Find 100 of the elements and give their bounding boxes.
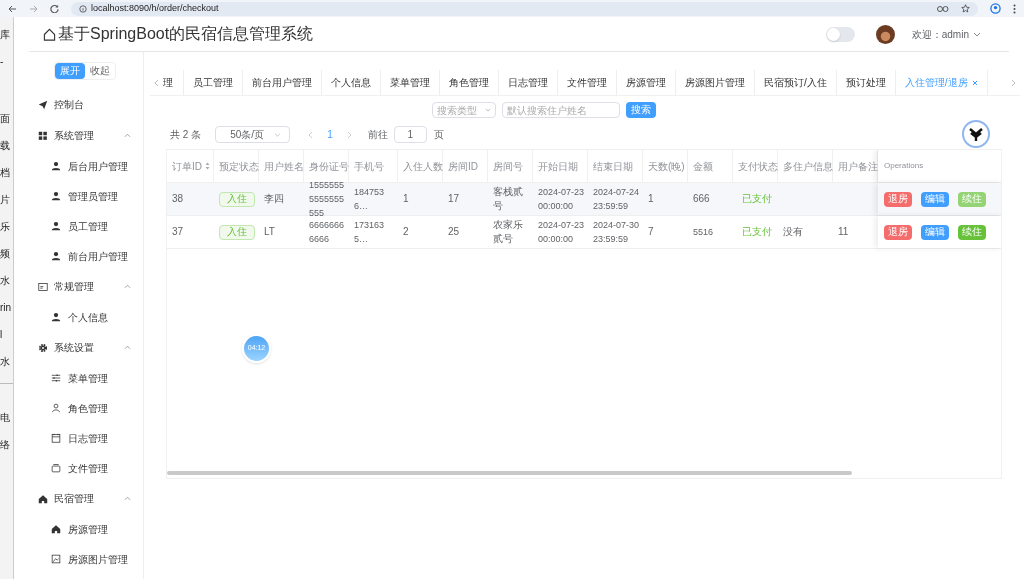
scroll-left-icon[interactable] [154, 78, 159, 87]
goto-label: 前往 [367, 128, 388, 142]
user-icon [51, 312, 61, 322]
window-text: 乐 [0, 221, 10, 232]
profile-icon[interactable] [990, 3, 1001, 14]
window-text: 水 [0, 275, 10, 286]
user-menu[interactable]: 欢迎：admin [911, 26, 969, 42]
user-icon [51, 191, 61, 201]
house-icon [38, 493, 48, 504]
tab[interactable]: 菜单管理 [381, 70, 440, 95]
tab[interactable]: 员工管理 [184, 70, 243, 95]
key-icon[interactable] [937, 4, 949, 13]
search-field[interactable]: 默认搜索住户姓名 [502, 102, 620, 118]
page-input[interactable]: 1 [393, 126, 427, 143]
home-icon[interactable] [43, 27, 56, 41]
table-cell-text: 5516 [693, 226, 714, 239]
menu-item[interactable]: 日志管理 [14, 423, 143, 453]
tab[interactable]: 民宿预订/入住 [755, 70, 837, 95]
menu-item[interactable]: 房源图片管理 [14, 544, 143, 574]
table-cell: 666 [693, 192, 710, 206]
column-header: Operations [884, 160, 924, 172]
column-header: 多住户信息 [783, 159, 833, 174]
person-icon [51, 403, 61, 413]
scroll-right-icon[interactable] [1011, 78, 1016, 87]
settings-icon [38, 342, 48, 353]
table-cell: 37 [172, 225, 184, 239]
url-text: localhost:8090/h/order/checkout [91, 1, 219, 15]
table-cell: 1 [648, 192, 654, 206]
tab[interactable]: 房源图片管理 [676, 70, 755, 95]
tab[interactable]: 文件管理 [558, 70, 617, 95]
table-cell: 17 [448, 192, 460, 206]
menu-group[interactable]: 民宿管理 [14, 483, 143, 514]
menu-item[interactable]: 个人信息 [14, 302, 143, 332]
page-size-select[interactable]: 50条/页 [215, 126, 291, 143]
menu-item[interactable]: 房源管理 [14, 514, 143, 544]
address-bar[interactable]: localhost:8090/h/order/checkout [71, 1, 978, 16]
table-cell-text: 2024-07-30 23:59:59 [593, 219, 641, 246]
chevron-icon [124, 345, 131, 350]
table-cell: 1 [403, 192, 409, 206]
menu-group[interactable]: 常规管理 [14, 271, 143, 302]
tab[interactable]: 房源管理 [617, 70, 676, 95]
user-icon [51, 161, 61, 171]
column-header: 用户备注 [838, 159, 878, 174]
horizontal-scrollbar[interactable] [167, 471, 852, 475]
table-cell-text: 客栈贰号 [493, 185, 524, 213]
theme-switch[interactable] [825, 26, 855, 42]
menu-group[interactable]: 系统设置 [14, 332, 143, 363]
menu-item[interactable]: 文件管理 [14, 453, 143, 483]
tab[interactable]: 个人信息 [322, 70, 381, 95]
image-icon [51, 554, 61, 564]
column-header: 用户姓名 [264, 159, 304, 174]
window-text: 库 [0, 29, 10, 40]
user-icon [51, 251, 61, 261]
tab[interactable]: 角色管理 [440, 70, 499, 95]
info-icon[interactable] [79, 4, 87, 13]
page-unit: 页 [433, 128, 444, 142]
menu-item[interactable]: 前台用户管理 [14, 241, 143, 271]
column-header: 天数(晚) [648, 159, 685, 174]
menu-item[interactable]: 角色管理 [14, 393, 143, 423]
window-text: 频 [0, 248, 10, 259]
forward-icon[interactable] [29, 4, 38, 13]
more-icon[interactable] [1013, 3, 1016, 14]
table-cell-text: 66666666666 [309, 219, 346, 246]
payment-status: 已支付 [742, 192, 772, 206]
sliders-icon [51, 373, 61, 383]
tab[interactable]: 前台用户管理 [243, 70, 322, 95]
total-count: 共 2 条 [170, 128, 202, 142]
back-icon[interactable] [8, 4, 17, 13]
menu-group[interactable]: 控制台 [14, 89, 143, 120]
column-header: 入住人数 [403, 159, 443, 174]
menu-group[interactable]: 系统管理 [14, 120, 143, 151]
menu-item[interactable]: 后台用户管理 [14, 151, 143, 181]
paper-plane-icon [38, 99, 48, 110]
tab[interactable]: 理 [163, 70, 184, 95]
table-cell: 2 [403, 225, 409, 239]
column-header: 开始日期 [538, 159, 578, 174]
menu-item[interactable]: 员工管理 [14, 211, 143, 241]
star-icon[interactable] [961, 4, 970, 13]
table-cell: 李四 [264, 192, 284, 206]
menu-item[interactable]: 菜单管理 [14, 363, 143, 393]
menu-item[interactable]: 管理员管理 [14, 181, 143, 211]
tab[interactable]: 日志管理 [499, 70, 558, 95]
sort-icon[interactable] [205, 162, 210, 170]
tab[interactable]: 预订处理 [836, 70, 896, 95]
logo-icon [962, 120, 990, 148]
window-text: 载 [0, 140, 10, 151]
avatar[interactable] [875, 24, 895, 44]
close-icon[interactable] [971, 79, 978, 86]
window-text: 面 [0, 113, 10, 124]
column-header: 身份证号 [309, 159, 349, 174]
table-cell-text: 1847536… [354, 186, 386, 213]
status-tag: 入住 [219, 224, 255, 240]
chevron-down-icon [485, 108, 491, 112]
window-text: 水 [0, 356, 10, 367]
reload-icon[interactable] [50, 4, 59, 13]
status-tag: 入住 [219, 191, 255, 207]
chevron-down-icon [973, 31, 981, 37]
house-icon [51, 524, 61, 534]
table-cell: 7 [648, 225, 654, 239]
column-header: 结束日期 [593, 159, 633, 174]
